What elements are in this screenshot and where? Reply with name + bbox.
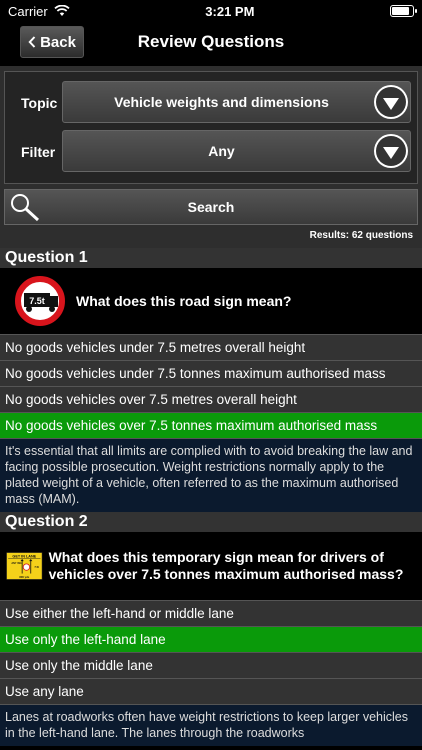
question-body: 7.5t What does this road sign mean? xyxy=(0,268,422,334)
chevron-down-icon[interactable] xyxy=(374,85,408,119)
answer-explanation: It's essential that all limits are compl… xyxy=(0,438,422,512)
search-button[interactable]: Search xyxy=(4,189,418,225)
sign-left-text: ANY VEH xyxy=(11,562,22,565)
wifi-icon xyxy=(54,5,70,16)
answer-option[interactable]: Use only the middle lane xyxy=(0,652,422,678)
battery-icon xyxy=(390,5,417,17)
status-bar: Carrier 3:21 PM xyxy=(0,0,422,22)
question-header: Question 1 xyxy=(0,248,422,268)
filter-box: Topic Vehicle weights and dimensions Fil… xyxy=(4,71,418,184)
question-body: GET IN LANE ANY VEH 7.5t 800 yds What do… xyxy=(0,532,422,600)
answer-option[interactable]: Use any lane xyxy=(0,678,422,704)
sign-weight-text: 7.5t xyxy=(29,296,45,306)
back-button-label: Back xyxy=(40,33,76,51)
question-header: Question 2 xyxy=(0,512,422,532)
topic-label: Topic xyxy=(21,95,58,111)
chevron-left-icon xyxy=(28,36,36,48)
filter-panel: Topic Vehicle weights and dimensions Fil… xyxy=(0,66,422,248)
chevron-down-icon[interactable] xyxy=(374,134,408,168)
no-goods-vehicles-sign-icon: 7.5t xyxy=(15,276,65,326)
question-card: Question 1 7.5t What does this road sign… xyxy=(0,248,422,512)
answer-option[interactable]: No goods vehicles over 7.5 metres overal… xyxy=(0,386,422,412)
question-text: What does this road sign mean? xyxy=(76,292,292,309)
filter-value: Any xyxy=(208,143,235,159)
results-count: Results: 62 questions xyxy=(309,230,413,241)
get-in-lane-sign-icon: GET IN LANE ANY VEH 7.5t 800 yds xyxy=(6,552,43,580)
answer-option[interactable]: Use either the left-hand or middle lane xyxy=(0,600,422,626)
filter-label: Filter xyxy=(21,144,56,160)
search-label: Search xyxy=(187,199,235,215)
question-text: What does this temporary sign mean for d… xyxy=(48,549,404,582)
answer-option-correct[interactable]: Use only the left-hand lane xyxy=(0,626,422,652)
answer-explanation: Lanes at roadworks often have weight res… xyxy=(0,704,422,746)
answer-option[interactable]: No goods vehicles under 7.5 metres overa… xyxy=(0,334,422,360)
page-title: Review Questions xyxy=(137,32,285,51)
question-card: Question 2 GET IN LANE ANY VEH 7.5t 800 … xyxy=(0,512,422,746)
question-list: Question 1 7.5t What does this road sign… xyxy=(0,248,422,746)
answer-option[interactable]: No goods vehicles under 7.5 tonnes maxim… xyxy=(0,360,422,386)
sign-title-text: GET IN LANE xyxy=(12,554,36,558)
sign-right-text: 7.5t xyxy=(34,565,39,569)
topic-select[interactable]: Vehicle weights and dimensions xyxy=(62,81,411,123)
sign-distance-text: 800 yds xyxy=(19,575,29,579)
carrier-label: Carrier xyxy=(8,3,48,19)
clock: 3:21 PM xyxy=(205,3,255,19)
back-button[interactable]: Back xyxy=(20,26,84,58)
navigation-bar: Back Review Questions xyxy=(0,22,422,66)
topic-value: Vehicle weights and dimensions xyxy=(114,94,329,110)
answer-option-correct[interactable]: No goods vehicles over 7.5 tonnes maximu… xyxy=(0,412,422,438)
search-icon xyxy=(11,194,40,222)
filter-select[interactable]: Any xyxy=(62,130,411,172)
